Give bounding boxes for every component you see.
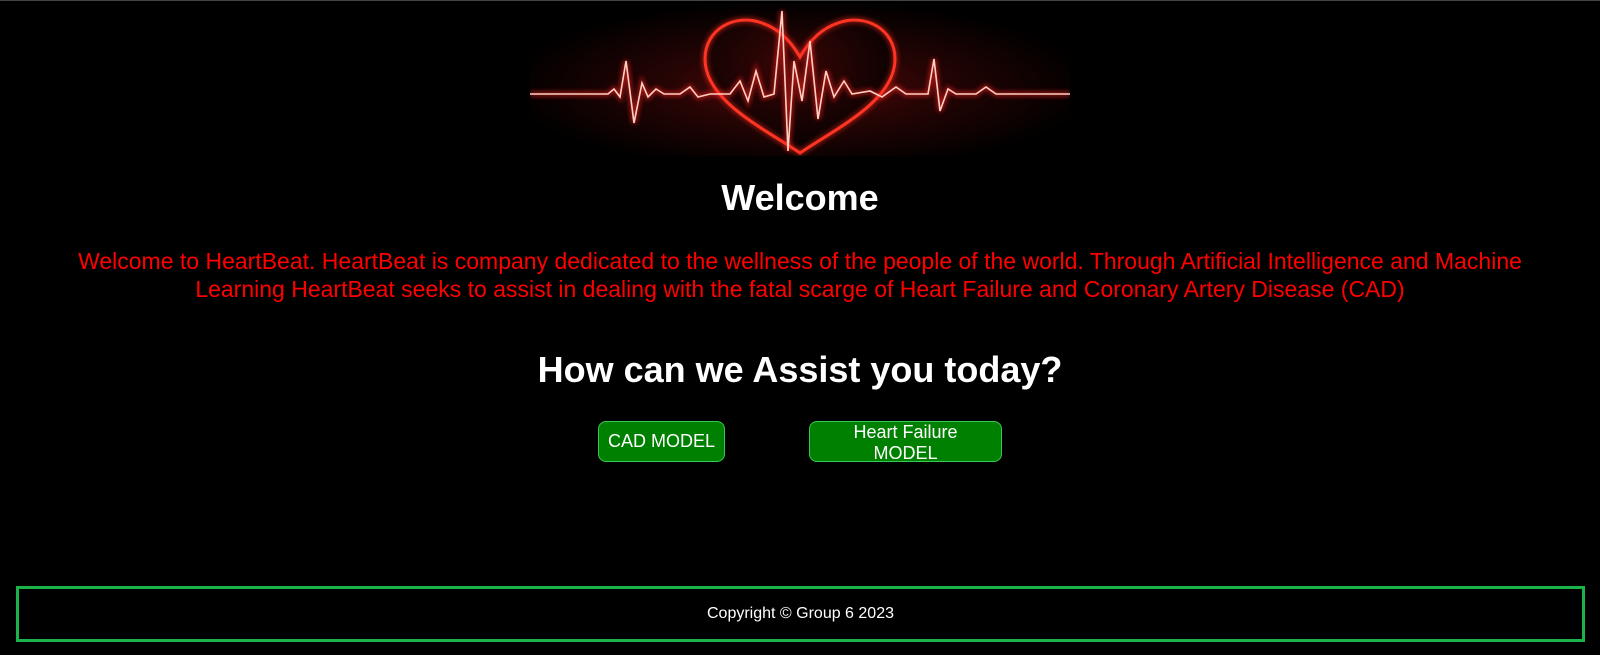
footer: Copyright © Group 6 2023 <box>16 586 1585 642</box>
welcome-heading: Welcome <box>721 177 879 218</box>
page: Welcome Welcome to HeartBeat. HeartBeat … <box>0 0 1600 655</box>
copyright-text: Copyright © Group 6 2023 <box>706 605 894 622</box>
cad-model-button[interactable]: CAD MODEL <box>598 421 725 462</box>
welcome-description: Welcome to HeartBeat. HeartBeat is compa… <box>78 248 1522 302</box>
hero-banner-image <box>530 1 1070 156</box>
assist-heading: How can we Assist you today? <box>537 349 1063 390</box>
heart-failure-model-button[interactable]: Heart Failure MODEL <box>809 421 1002 463</box>
